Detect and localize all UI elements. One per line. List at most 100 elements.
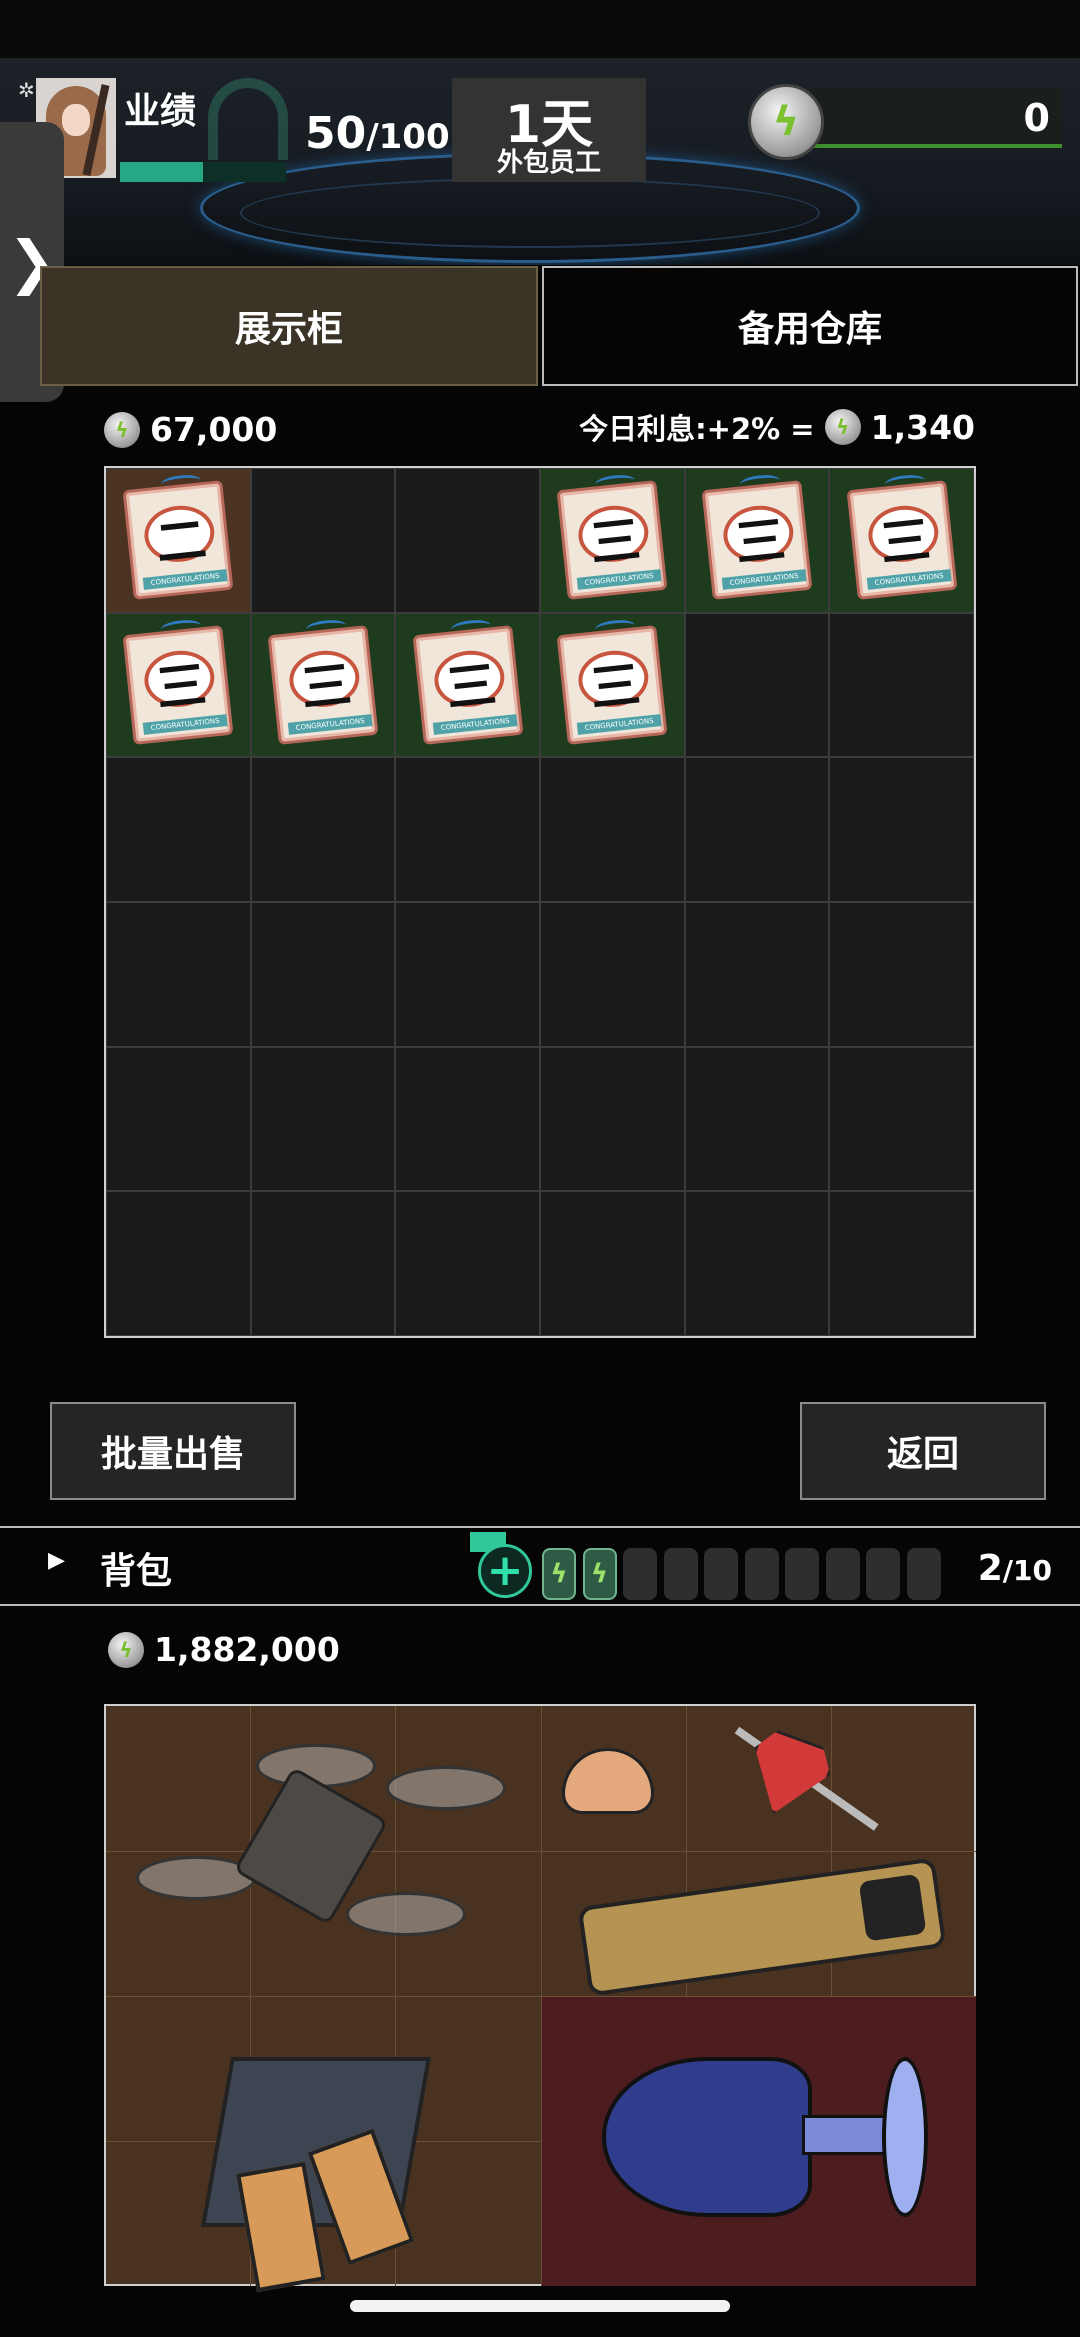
cabinet-cell[interactable] <box>250 468 396 613</box>
cabinet-cell[interactable]: 二 CONGRATULATIONS <box>106 468 251 613</box>
cabinet-cell[interactable]: 三 CONGRATULATIONS <box>540 612 685 758</box>
ticket-number: 三 <box>153 655 210 719</box>
propeller-icon <box>386 1766 506 1810</box>
ticket-tag <box>160 473 202 492</box>
coin-icon: ϟ <box>104 411 140 448</box>
cabinet-cell[interactable] <box>395 468 540 613</box>
cabinet-cell[interactable] <box>106 1191 251 1336</box>
ticket-number: 三 <box>876 510 933 574</box>
cabinet-cell[interactable]: 三 CONGRATULATIONS <box>250 612 396 758</box>
ticket-number: 三 <box>587 510 644 574</box>
phone-item[interactable] <box>542 1852 976 1997</box>
cabinet-cell[interactable] <box>250 1046 396 1192</box>
home-indicator[interactable] <box>350 2300 730 2312</box>
cabinet-money: ϟ 67,000 <box>104 410 277 449</box>
cabinet-cell[interactable] <box>684 757 830 902</box>
performance-label: 业绩 <box>124 91 197 132</box>
cabinet-cell[interactable] <box>684 1046 830 1192</box>
cabinet-cell[interactable] <box>250 757 396 902</box>
bread-item[interactable] <box>542 1706 686 1851</box>
lottery-ticket-icon: 三 CONGRATULATIONS <box>846 473 958 601</box>
cabinet-cell[interactable] <box>250 902 396 1047</box>
expand-arrow-icon[interactable]: ▶ <box>48 1548 65 1573</box>
performance-progress-bar <box>120 162 286 182</box>
interest-label: 今日利息:+2% = <box>579 412 815 446</box>
cabinet-cell[interactable] <box>540 1191 685 1336</box>
lottery-ticket-icon: 三 CONGRATULATIONS <box>267 618 379 745</box>
day-panel: 1天 外包员工 <box>452 78 646 182</box>
tab-display-cabinet[interactable]: 展示柜 <box>40 266 538 386</box>
cabinet-cell[interactable]: 三 CONGRATULATIONS <box>395 612 540 758</box>
energy-coin-icon: ϟ <box>748 84 824 160</box>
lottery-ticket-icon: 三 CONGRATULATIONS <box>556 473 668 601</box>
ticket-tag <box>450 618 492 637</box>
cabinet-cell[interactable] <box>395 1046 540 1192</box>
cabinet-cell[interactable] <box>106 1046 251 1192</box>
cabinet-cell[interactable] <box>106 902 251 1047</box>
empty-slot <box>866 1548 900 1600</box>
bulk-sell-button[interactable]: 批量出售 <box>50 1402 296 1500</box>
cabinet-cell[interactable]: 三 CONGRATULATIONS <box>829 468 974 613</box>
ticket-number: 三 <box>298 655 355 719</box>
add-slot-button[interactable]: + <box>478 1544 532 1598</box>
cabinet-cell[interactable] <box>395 757 540 902</box>
backpack-title: 背包 <box>100 1551 173 1592</box>
pants-item[interactable] <box>106 1997 541 2293</box>
coin-icon: ϟ <box>824 409 861 445</box>
interest-value: 1,340 <box>870 407 975 447</box>
drone-item[interactable] <box>106 1706 541 1996</box>
cabinet-cell[interactable]: 三 CONGRATULATIONS <box>684 468 830 613</box>
energy-value: 0 <box>1023 96 1050 140</box>
ticket-number: 三 <box>732 510 789 574</box>
cabinet-cell[interactable] <box>829 757 974 902</box>
cabinet-cell[interactable] <box>540 902 685 1047</box>
cabinet-cell[interactable] <box>829 1191 974 1336</box>
display-cabinet-grid: 二 CONGRATULATIONS 三 CONGRATULATIONS 三 CONGRAT… <box>104 466 976 1338</box>
cabinet-cell[interactable] <box>395 902 540 1047</box>
gear-icon[interactable]: ✲ <box>18 78 35 102</box>
lottery-ticket-icon: 三 CONGRATULATIONS <box>122 618 234 745</box>
cabinet-cell[interactable] <box>540 757 685 902</box>
empty-slot <box>825 1548 860 1600</box>
empty-slot <box>906 1548 941 1600</box>
backpack-count: 2/10 <box>978 1548 1052 1589</box>
cabinet-cell[interactable] <box>395 1191 540 1336</box>
ticket-tag <box>739 473 781 492</box>
cabinet-cell[interactable] <box>684 1191 830 1336</box>
empty-slot <box>785 1548 819 1600</box>
performance-count: 50/100 <box>305 108 450 159</box>
cabinet-cell[interactable] <box>540 1046 685 1192</box>
cabinet-cell[interactable]: 三 CONGRATULATIONS <box>106 612 251 758</box>
phone-icon <box>577 1857 947 1997</box>
cabinet-cell[interactable]: 三 CONGRATULATIONS <box>540 468 685 613</box>
backpack-money: ϟ 1,882,000 <box>108 1630 340 1669</box>
cabinet-cell[interactable] <box>829 1046 974 1192</box>
cabinet-cell[interactable] <box>106 757 251 902</box>
bread-icon <box>562 1748 654 1814</box>
back-button[interactable]: 返回 <box>800 1402 1046 1500</box>
stage-ring-inner <box>240 178 820 248</box>
cabinet-cell[interactable] <box>250 1191 396 1336</box>
cabinet-cell[interactable] <box>829 902 974 1047</box>
cabinet-cell[interactable] <box>829 612 974 758</box>
gem-item[interactable] <box>687 1706 976 1851</box>
empty-slot <box>663 1548 698 1600</box>
cabinet-cell[interactable] <box>684 612 830 758</box>
ticket-tag <box>305 618 347 637</box>
coin-icon: ϟ <box>108 1631 144 1668</box>
cabinet-money-value: 67,000 <box>150 410 278 449</box>
battery-icon: ϟ <box>582 1548 617 1600</box>
tab-backup-storage[interactable]: 备用仓库 <box>542 266 1078 386</box>
tab-display-label: 展示柜 <box>234 309 343 350</box>
performance-total: /100 <box>366 117 450 157</box>
backpack-header[interactable]: ▶ 背包 + ϟϟ 2/10 <box>0 1526 1080 1606</box>
empty-slot <box>704 1548 738 1600</box>
lottery-ticket-icon: 二 CONGRATULATIONS <box>122 473 234 601</box>
chalice-stem-icon <box>802 2115 892 2155</box>
backpack-money-value: 1,882,000 <box>154 1630 340 1669</box>
ticket-tag <box>160 618 202 637</box>
performance-current: 50 <box>305 108 367 159</box>
empty-slot <box>744 1548 779 1600</box>
chalice-item[interactable] <box>542 1997 976 2286</box>
cabinet-cell[interactable] <box>684 902 830 1047</box>
